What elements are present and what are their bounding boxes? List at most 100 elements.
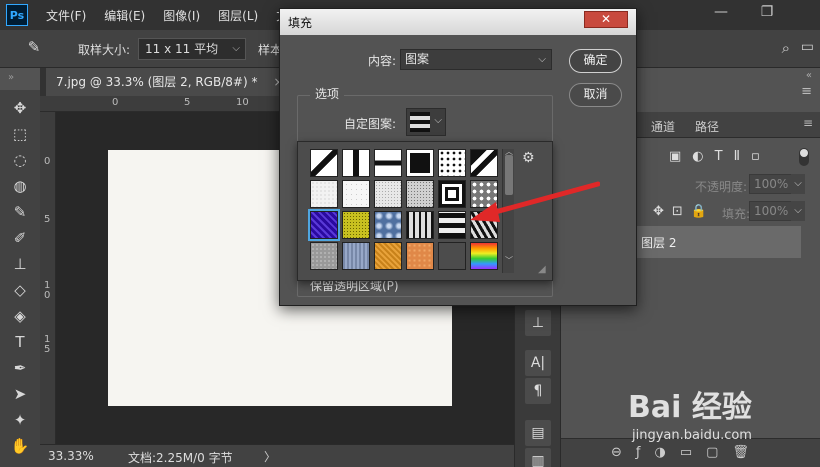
layer-name[interactable]: 图层 2 [641,234,676,251]
zoom-level[interactable]: 33.33% [48,449,94,463]
pattern-swatch-purple-wave[interactable] [308,209,340,241]
chevron-down-icon[interactable]: ﹀ [503,255,515,266]
pattern-swatch-white-noise-1[interactable] [310,180,338,208]
type-tool-icon[interactable]: T [8,330,32,354]
status-bar: 33.33% 文档:2.25M/0 字节 〉 [40,444,560,467]
quick-select-tool-icon[interactable]: ◍ [8,174,32,198]
collapse-panels-icon[interactable]: « [806,70,812,81]
path-select-tool-icon[interactable]: ➤ [8,382,32,406]
pattern-swatch-zebra-spots[interactable] [470,180,498,208]
pattern-swatch-grid-bars[interactable] [406,211,434,239]
stamp-tool-icon[interactable]: ⊥ [8,252,32,276]
dialog-body: 内容: 图案 ⌵ 确定 取消 选项 自定图案: ⌵ 保留透明区域(P) ︿ ﹀ … [280,35,636,305]
character-panel-icon[interactable]: A| [525,350,551,376]
document-tab[interactable]: 7.jpg @ 33.3% (图层 2, RGB/8#) *× [46,68,294,96]
ruler-tick: 0 [44,156,51,167]
menu-file[interactable]: 文件(F) [46,7,86,24]
content-value: 图案 [405,52,430,66]
restore-window-button[interactable]: ❐ [752,2,782,22]
clone-source-icon[interactable]: ⊥ [525,310,551,336]
pattern-swatch-horizontal-bar[interactable] [374,149,402,177]
properties-panel-icon[interactable]: ▤ [525,420,551,446]
minimize-window-button[interactable]: — [706,2,736,22]
pen-tool-icon[interactable]: ✒ [8,356,32,380]
content-label: 内容: [368,54,397,68]
fill-label: 填充: [722,207,751,221]
pattern-picker-popup: ︿ ﹀ ⚙ ◢ [297,141,553,281]
panel-menu-icon[interactable]: ≡ [801,84,812,99]
search-icon[interactable]: ⌕ [782,39,790,57]
status-menu-arrow-icon[interactable]: 〉 [264,448,276,465]
content-select[interactable]: 图案 ⌵ [400,49,552,70]
options-legend: 选项 [310,85,345,102]
close-dialog-button[interactable]: ✕ [584,11,628,28]
pattern-swatch-gray-texture[interactable] [406,180,434,208]
ruler-tick: 0 [44,290,51,301]
resize-handle-icon[interactable]: ◢ [538,264,546,275]
chevron-down-icon: ⌵ [232,43,240,54]
ruler-tick: 5 [44,344,51,355]
tab-paths[interactable]: 路径 [695,118,719,135]
lock-icons[interactable]: ✥⊡🔒 [653,204,715,219]
layer-action-icons[interactable]: ⊖ƒ◑▭▢🗑 [611,445,763,460]
marquee-tool-icon[interactable]: ⬚ [8,122,32,146]
menu-edit[interactable]: 编辑(E) [104,7,145,24]
fill-dialog: 填充 ✕ 内容: 图案 ⌵ 确定 取消 选项 自定图案: ⌵ 保留透明区域(P)… [279,8,637,306]
gear-icon[interactable]: ⚙ [522,150,535,166]
menu-layer[interactable]: 图层(L) [218,7,258,24]
paint-bucket-tool-icon[interactable]: ◈ [8,304,32,328]
eraser-tool-icon[interactable]: ◇ [8,278,32,302]
scroll-thumb[interactable] [505,155,513,195]
pattern-swatch-diagonal-line-2[interactable] [470,149,498,177]
chevron-down-icon[interactable]: ⌵ [791,201,805,221]
lasso-tool-icon[interactable]: ◌ [8,148,32,172]
opacity-label: 不透明度: [695,180,748,194]
menu-image[interactable]: 图像(I) [163,7,200,24]
pattern-swatch-gray-stone[interactable] [310,242,338,270]
layer-filter-icons[interactable]: ▣◐TⅡ▫ [669,149,771,164]
tab-channels[interactable]: 通道 [651,118,675,135]
pattern-swatch-blue-fabric[interactable] [342,242,370,270]
cancel-button[interactable]: 取消 [569,83,622,107]
brush-tool-icon[interactable]: ✐ [8,226,32,250]
eyedropper-icon[interactable]: ✎ [22,38,46,60]
ruler-vertical: 0 5 1 0 1 5 [40,112,56,444]
custom-shape-tool-icon[interactable]: ✦ [8,408,32,432]
paragraph-panel-icon[interactable]: ¶ [525,378,551,404]
pattern-swatch-yellow-noise[interactable] [342,211,370,239]
pattern-swatch-orange-burlap[interactable] [374,242,402,270]
ruler-tick: 0 [112,97,119,108]
filter-toggle[interactable] [799,148,809,166]
workspace-icon[interactable]: ▭ [801,39,814,55]
pattern-scrollbar[interactable]: ︿ ﹀ [502,147,515,273]
pattern-swatch-white-grid[interactable] [438,242,466,270]
pattern-swatch-blue-bubbles[interactable] [374,211,402,239]
custom-pattern-picker-button[interactable]: ⌵ [406,108,446,136]
sample-size-select[interactable]: 11 x 11 平均 ⌵ [138,38,246,60]
eyedropper-tool-icon[interactable]: ✎ [8,200,32,224]
pattern-swatch-black-square[interactable] [406,149,434,177]
pattern-swatch-orange-tile[interactable] [406,242,434,270]
pattern-swatch-concentric-squares[interactable] [438,180,466,208]
dialog-title-bar[interactable]: 填充 ✕ [280,9,636,35]
pattern-swatch-rainbow[interactable] [470,242,498,270]
hand-tool-icon[interactable]: ✋ [8,434,32,458]
libraries-panel-icon[interactable]: ▥ [525,448,551,467]
pattern-swatch-white-noise-2[interactable] [342,180,370,208]
pattern-swatch-dots[interactable] [438,149,466,177]
pattern-swatch-vertical-bar[interactable] [342,149,370,177]
pattern-swatch-white-noise-3[interactable] [374,180,402,208]
pattern-swatch-diagonal-line-1[interactable] [310,149,338,177]
collapse-toolbar-icon[interactable]: » [8,72,14,83]
tools-panel: ✥ ⬚ ◌ ◍ ✎ ✐ ⊥ ◇ ◈ T ✒ ➤ ✦ ✋ [0,90,40,467]
pattern-swatch-zebra-stripes[interactable] [470,211,498,239]
custom-pattern-label: 自定图案: [344,117,397,131]
move-tool-icon[interactable]: ✥ [8,96,32,120]
pattern-grid [308,149,502,273]
pattern-swatch-checker-blocks[interactable] [438,211,466,239]
chevron-down-icon[interactable]: ⌵ [791,174,805,194]
ruler-tick: 10 [236,97,249,108]
layers-panel-footer: ⊖ƒ◑▭▢🗑 [561,438,820,467]
ok-button[interactable]: 确定 [569,49,622,73]
panel-menu-icon[interactable]: ≡ [803,116,813,130]
